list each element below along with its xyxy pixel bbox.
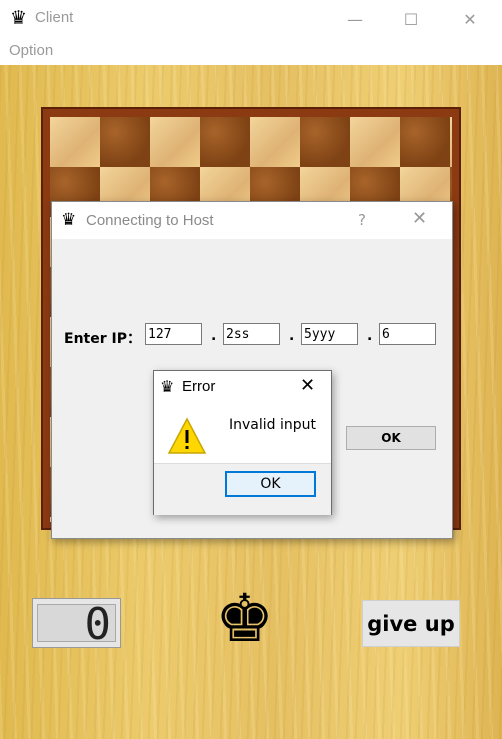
board-square[interactable] <box>300 117 350 167</box>
help-button[interactable]: ? <box>358 211 366 229</box>
board-square[interactable] <box>150 117 200 167</box>
board-square[interactable] <box>50 117 100 167</box>
ip-separator: . <box>211 328 217 344</box>
menu-option[interactable]: Option <box>9 42 53 59</box>
ip-field-3[interactable]: 5yyy <box>301 323 358 345</box>
ip-field-1[interactable]: 127 <box>145 323 202 345</box>
maximize-button[interactable]: ☐ <box>382 0 440 38</box>
give-up-button[interactable]: give up <box>362 600 460 647</box>
error-message: Invalid input <box>229 417 316 433</box>
ip-label: Enter IP： <box>64 331 141 347</box>
board-square[interactable] <box>200 117 250 167</box>
error-dialog-close-button[interactable]: ✕ <box>300 375 315 396</box>
board-square[interactable] <box>450 117 452 167</box>
counter-display: 0 <box>37 603 116 647</box>
move-counter: 0 <box>32 598 121 648</box>
minimize-button[interactable]: — <box>326 0 384 38</box>
ip-separator: . <box>367 328 373 344</box>
error-ok-button[interactable]: OK <box>225 471 316 497</box>
board-square[interactable] <box>400 117 450 167</box>
board-square[interactable] <box>100 117 150 167</box>
counter-value: 0 <box>84 599 112 650</box>
close-button[interactable]: ✕ <box>441 0 499 38</box>
connect-dialog-close-button[interactable]: ✕ <box>412 208 427 229</box>
ip-separator: . <box>289 328 295 344</box>
board-square[interactable] <box>350 117 400 167</box>
ip-field-4[interactable]: 6 <box>379 323 436 345</box>
black-king-icon: ♚ <box>215 580 275 657</box>
queen-icon: ♛ <box>61 210 77 230</box>
connect-ok-button[interactable]: OK <box>346 426 436 450</box>
window-titlebar: ♛ Client — ☐ ✕ <box>0 0 502 38</box>
warning-icon <box>167 417 207 454</box>
menu-bar: Option <box>0 38 502 65</box>
connect-dialog-titlebar: ♛ Connecting to Host ? ✕ <box>52 202 452 239</box>
connect-dialog-title: Connecting to Host <box>86 212 214 229</box>
error-dialog-titlebar: ♛ Error ✕ <box>154 371 331 401</box>
error-dialog: ♛ Error ✕ Invalid input OK <box>153 370 332 515</box>
board-square[interactable] <box>250 117 300 167</box>
queen-icon: ♛ <box>10 7 28 29</box>
error-dialog-title: Error <box>182 378 216 395</box>
window-title: Client <box>35 9 74 26</box>
queen-icon: ♛ <box>160 377 175 396</box>
ip-field-2[interactable]: 2ss <box>223 323 280 345</box>
